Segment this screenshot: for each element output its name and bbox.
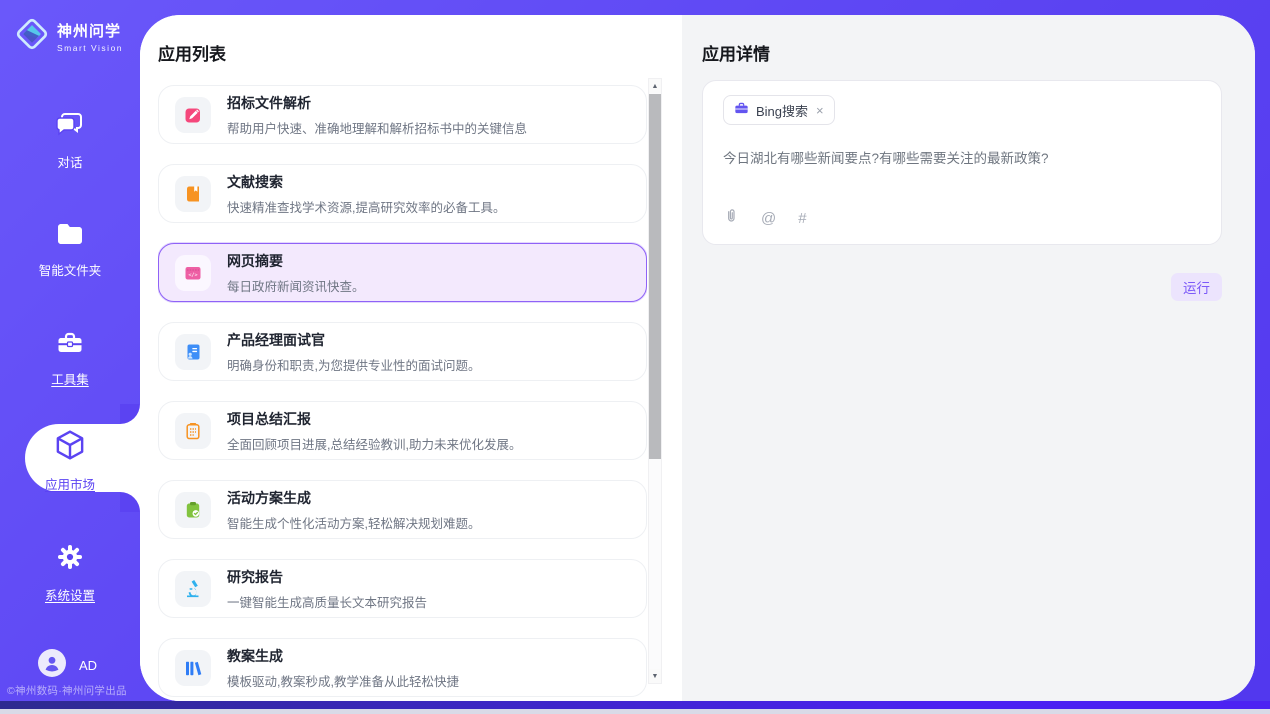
microscope-icon xyxy=(175,571,211,607)
tool-tag-bing[interactable]: Bing搜索 × xyxy=(723,95,835,125)
clipboard-icon xyxy=(175,413,211,449)
app-desc: 每日政府新闻资讯快查。 xyxy=(227,276,365,295)
cube-icon xyxy=(53,428,87,467)
app-desc: 明确身份和职责,为您提供专业性的面试问题。 xyxy=(227,355,480,374)
app-desc: 全面回顾项目进展,总结经验教训,助力未来优化发展。 xyxy=(227,434,521,453)
bid-doc-icon xyxy=(175,97,211,133)
prompt-input[interactable]: 今日湖北有哪些新闻要点?有哪些需要关注的最新政策? xyxy=(723,147,1201,207)
toolbox-icon xyxy=(56,330,84,360)
app-title: 活动方案生成 xyxy=(227,488,480,508)
user-initials: AD xyxy=(79,658,97,673)
sidebar-item-app-market[interactable]: 应用市场 xyxy=(25,428,115,493)
book-icon xyxy=(175,176,211,212)
main-content: 应用列表 招标文件解析 帮助用户快速、准确地理解和解析招标书中的关键信息 xyxy=(140,15,1255,701)
sidebar: 神州问学 Smart Vision 对话 智能文件夹 xyxy=(0,0,140,701)
app-title: 网页摘要 xyxy=(227,251,365,271)
user-account[interactable]: AD xyxy=(38,649,97,682)
sidebar-item-toolkit[interactable]: 工具集 xyxy=(0,330,140,388)
list-item-literature-search[interactable]: 文献搜索 快速精准查找学术资源,提高研究效率的必备工具。 xyxy=(158,164,647,223)
app-desc: 快速精准查找学术资源,提高研究效率的必备工具。 xyxy=(227,197,505,216)
app-detail-title: 应用详情 xyxy=(702,40,770,65)
copyright-text: ©神州数码·神州问学出品 xyxy=(7,683,139,698)
app-list-scrollbar[interactable]: ▲ ▼ xyxy=(648,78,662,684)
brand-logo: 神州问学 Smart Vision xyxy=(14,16,123,57)
resume-icon xyxy=(175,334,211,370)
brand-title: 神州问学 xyxy=(57,20,123,41)
sidebar-item-label: 系统设置 xyxy=(45,585,95,604)
briefcase-icon xyxy=(734,101,749,120)
plan-check-icon xyxy=(175,492,211,528)
scrollbar-thumb[interactable] xyxy=(649,94,661,459)
prompt-card: Bing搜索 × 今日湖北有哪些新闻要点?有哪些需要关注的最新政策? @ # xyxy=(702,80,1222,245)
sidebar-item-smart-folder[interactable]: 智能文件夹 xyxy=(0,222,140,279)
app-title: 教案生成 xyxy=(227,646,459,666)
list-item-lesson-plan[interactable]: 教案生成 模板驱动,教案秒成,教学准备从此轻松快捷 xyxy=(158,638,647,697)
attachment-toolbar: @ # xyxy=(723,207,1201,232)
scroll-down-arrow-icon[interactable]: ▼ xyxy=(649,669,661,683)
tab-notch-top xyxy=(120,404,140,424)
brand-subtitle: Smart Vision xyxy=(57,43,123,53)
app-list: 招标文件解析 帮助用户快速、准确地理解和解析招标书中的关键信息 文献搜索 快速精… xyxy=(158,85,647,701)
hash-icon[interactable]: # xyxy=(798,210,806,227)
app-title: 研究报告 xyxy=(227,567,427,587)
app-list-title: 应用列表 xyxy=(158,40,226,65)
list-item-research-report[interactable]: 研究报告 一键智能生成高质量长文本研究报告 xyxy=(158,559,647,618)
tab-notch-bottom xyxy=(120,492,140,512)
app-title: 产品经理面试官 xyxy=(227,330,480,350)
tool-tag-label: Bing搜索 xyxy=(756,101,808,120)
close-icon[interactable]: × xyxy=(816,104,824,117)
folder-icon xyxy=(56,222,84,251)
list-item-project-summary[interactable]: 项目总结汇报 全面回顾项目进展,总结经验教训,助力未来优化发展。 xyxy=(158,401,647,460)
avatar xyxy=(38,649,66,682)
sidebar-item-label: 智能文件夹 xyxy=(39,260,102,279)
books-icon xyxy=(175,650,211,686)
app-desc: 帮助用户快速、准确地理解和解析招标书中的关键信息 xyxy=(227,118,527,137)
app-title: 项目总结汇报 xyxy=(227,409,521,429)
list-item-web-summary[interactable]: </> 网页摘要 每日政府新闻资讯快查。 xyxy=(158,243,647,302)
list-item-event-plan[interactable]: 活动方案生成 智能生成个性化活动方案,轻松解决规划难题。 xyxy=(158,480,647,539)
app-list-panel: 应用列表 招标文件解析 帮助用户快速、准确地理解和解析招标书中的关键信息 xyxy=(140,15,682,701)
sidebar-item-label: 对话 xyxy=(57,152,82,171)
sidebar-item-chat[interactable]: 对话 xyxy=(0,112,140,171)
paperclip-icon[interactable] xyxy=(723,207,739,230)
app-title: 招标文件解析 xyxy=(227,93,527,113)
run-button[interactable]: 运行 xyxy=(1171,273,1222,301)
app-desc: 智能生成个性化活动方案,轻松解决规划难题。 xyxy=(227,513,480,532)
app-desc: 一键智能生成高质量长文本研究报告 xyxy=(227,592,427,611)
app-title: 文献搜索 xyxy=(227,172,505,192)
list-item-pm-interviewer[interactable]: 产品经理面试官 明确身份和职责,为您提供专业性的面试问题。 xyxy=(158,322,647,381)
scroll-up-arrow-icon[interactable]: ▲ xyxy=(649,79,661,93)
app-detail-panel: 应用详情 Bing搜索 × 今日湖北有哪些新闻要点?有哪些需要关注的最新政策? xyxy=(682,15,1255,701)
sidebar-item-settings[interactable]: 系统设置 xyxy=(0,543,140,604)
sidebar-item-label: 应用市场 xyxy=(45,474,95,493)
window-bottom-edge xyxy=(0,701,1270,709)
app-desc: 模板驱动,教案秒成,教学准备从此轻松快捷 xyxy=(227,671,459,690)
svg-text:</>: </> xyxy=(188,272,197,278)
gear-icon xyxy=(56,543,84,576)
webpage-icon: </> xyxy=(175,255,211,291)
sidebar-item-label: 工具集 xyxy=(51,369,89,388)
mention-icon[interactable]: @ xyxy=(761,210,776,227)
diamond-logo-icon xyxy=(14,16,50,57)
list-item-bid-parse[interactable]: 招标文件解析 帮助用户快速、准确地理解和解析招标书中的关键信息 xyxy=(158,85,647,144)
chat-icon xyxy=(56,112,84,143)
